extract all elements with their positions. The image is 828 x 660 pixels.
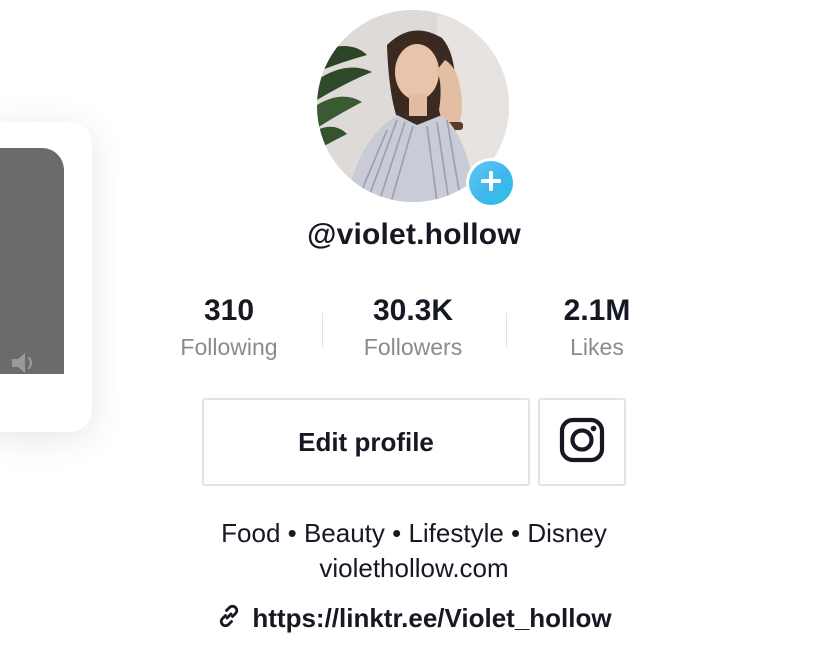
- stat-likes[interactable]: 2.1M Likes: [502, 292, 692, 364]
- stat-following[interactable]: 310 Following: [134, 292, 324, 364]
- bio-text: Food • Beauty • Lifestyle • Disney: [221, 518, 607, 548]
- edit-profile-button[interactable]: Edit profile: [202, 398, 530, 486]
- instagram-icon: [559, 417, 605, 468]
- stat-likes-label: Likes: [570, 334, 624, 360]
- username: @violet.hollow: [307, 218, 521, 251]
- plus-icon: [480, 170, 502, 197]
- stat-followers-value: 30.3K: [372, 294, 454, 327]
- add-photo-button[interactable]: [466, 158, 516, 208]
- instagram-button[interactable]: [538, 398, 626, 486]
- stat-following-value: 310: [203, 294, 255, 327]
- bio-website[interactable]: violethollow.com: [0, 553, 828, 584]
- side-video-preview[interactable]: [0, 148, 64, 374]
- stat-following-label: Following: [180, 334, 278, 360]
- stat-likes-value: 2.1M: [563, 294, 631, 327]
- link-icon: [216, 603, 242, 634]
- link-url[interactable]: https://linktr.ee/Violet_hollow: [252, 603, 611, 634]
- stat-followers-label: Followers: [363, 334, 463, 360]
- bio-link[interactable]: https://linktr.ee/Violet_hollow: [0, 603, 828, 634]
- side-video-footer: [0, 374, 64, 406]
- speaker-icon[interactable]: [10, 351, 40, 375]
- stat-followers[interactable]: 30.3K Followers: [318, 292, 508, 364]
